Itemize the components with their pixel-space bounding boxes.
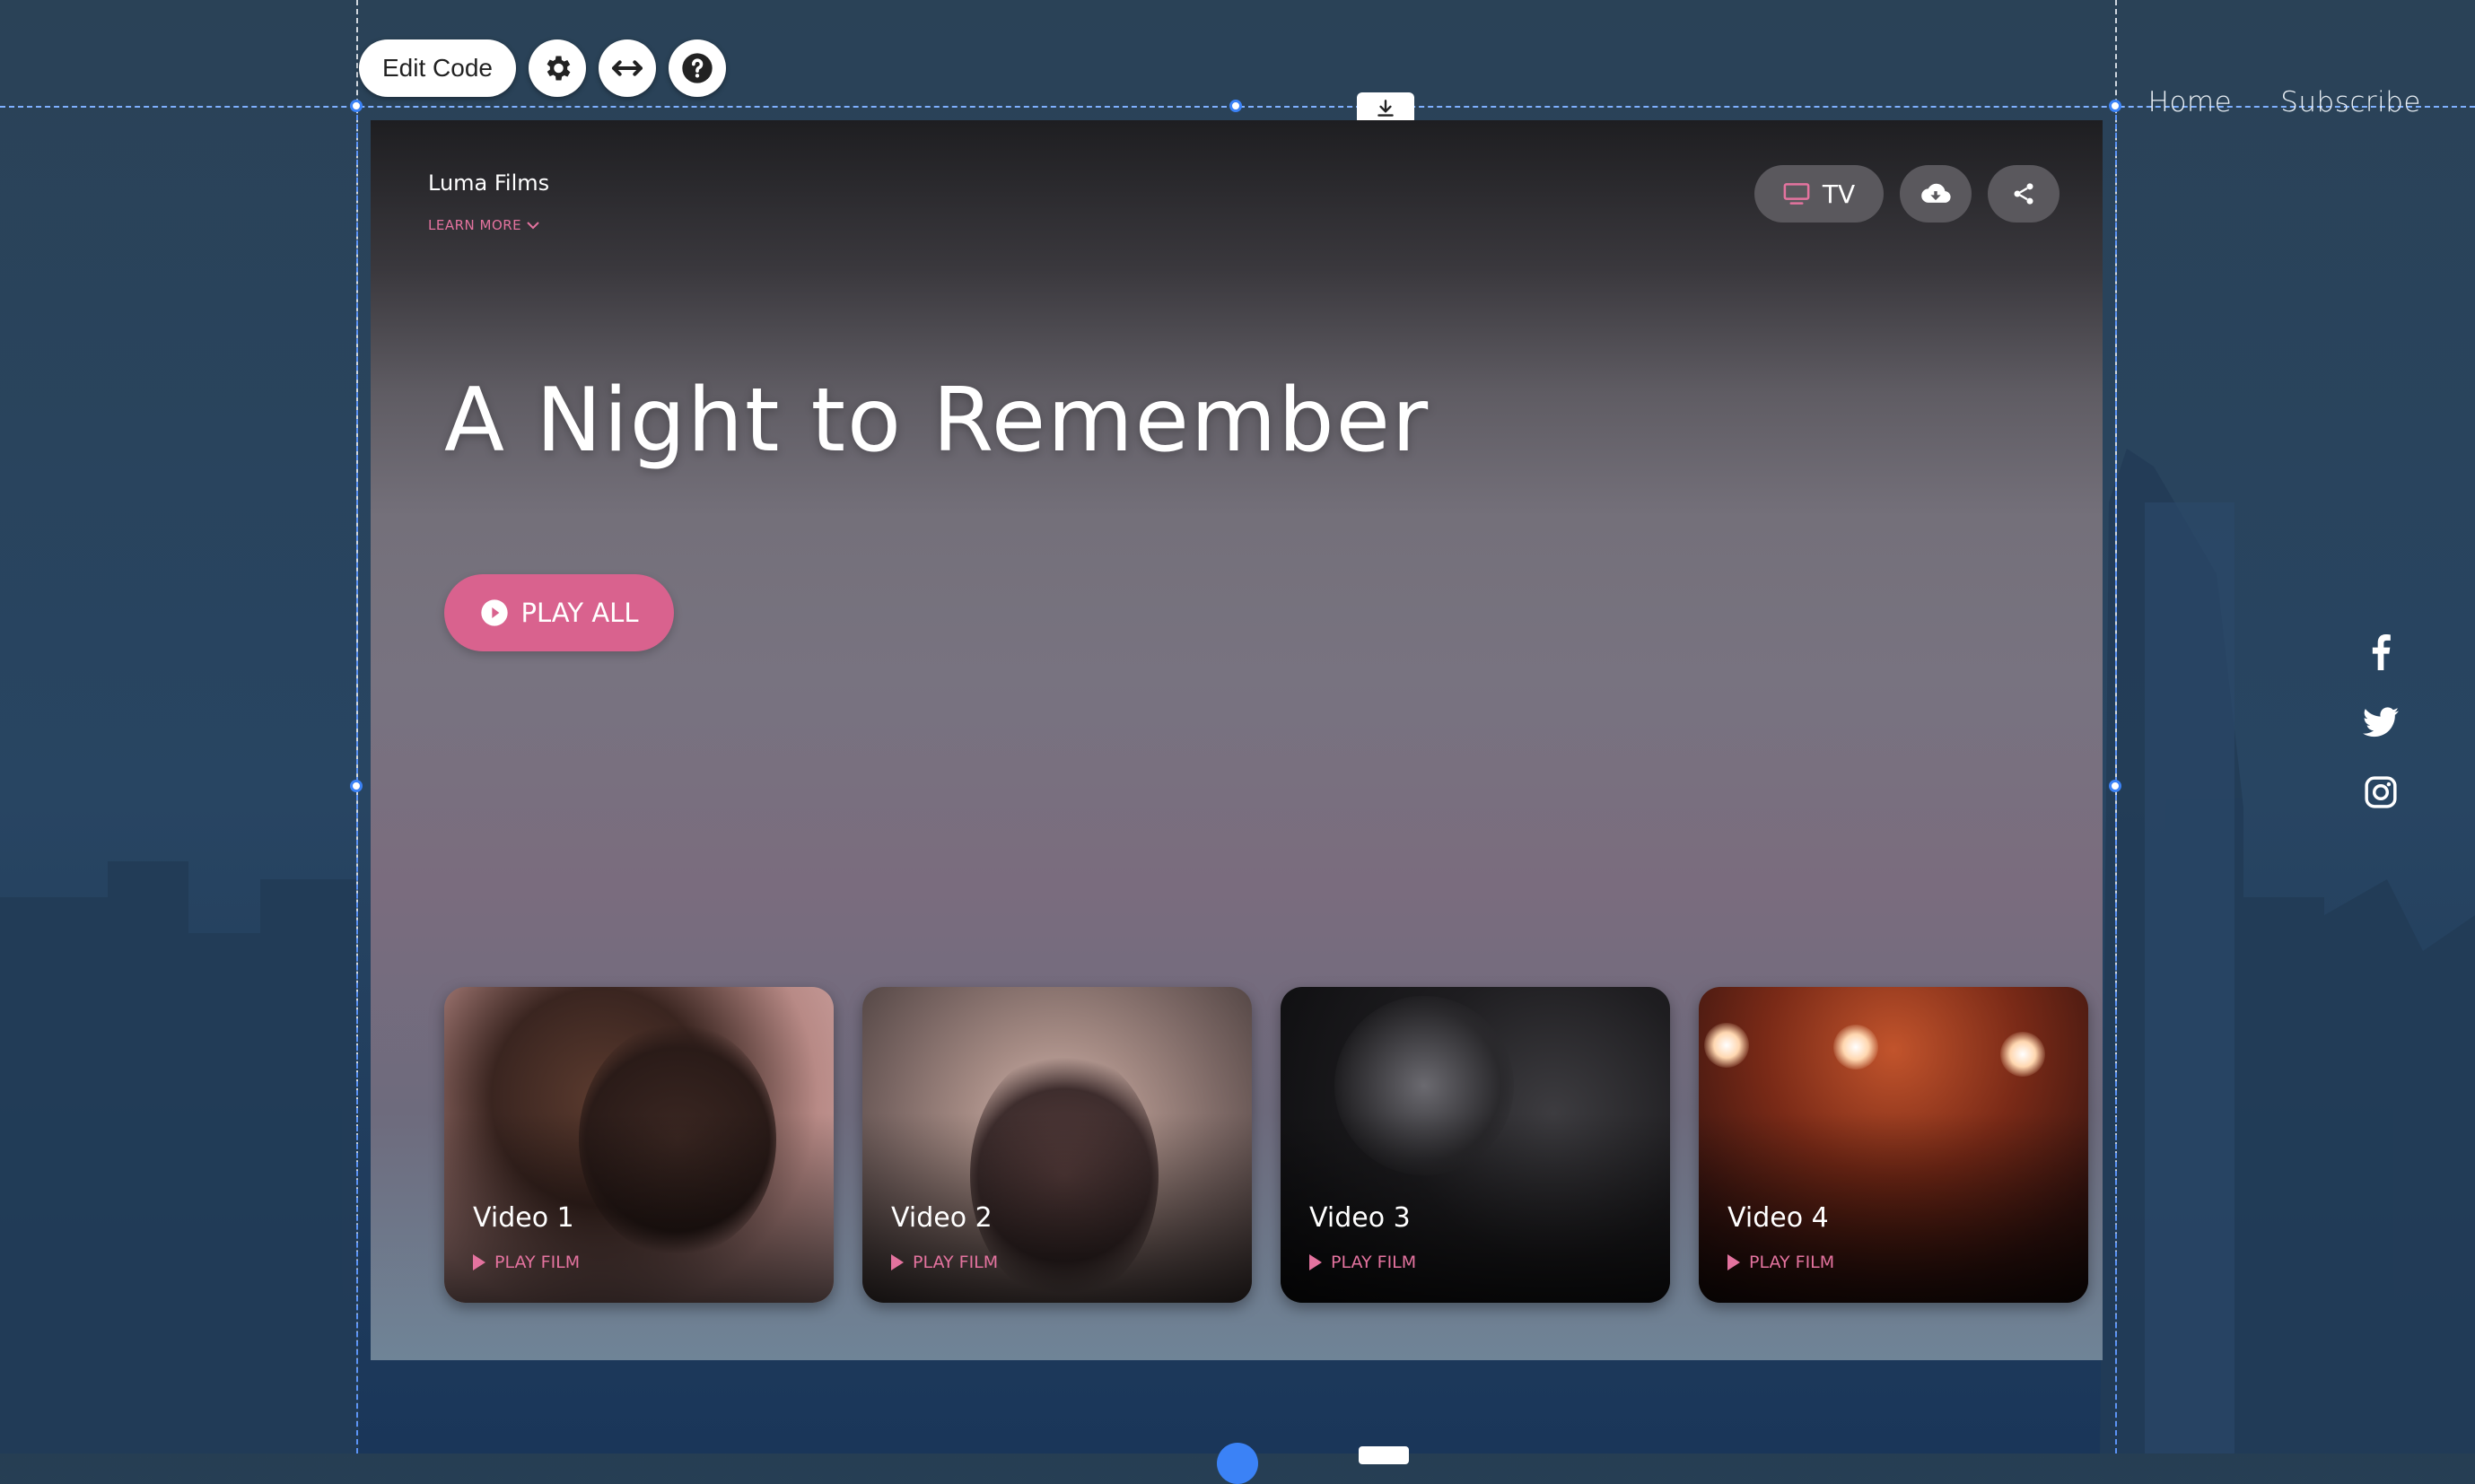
facebook-icon — [2372, 634, 2391, 670]
instagram-link[interactable] — [2362, 773, 2400, 811]
instagram-icon — [2365, 776, 2397, 808]
twitter-icon — [2363, 707, 2399, 738]
play-film-label: PLAY FILM — [1749, 1253, 1835, 1272]
learn-more-label: LEARN MORE — [428, 217, 522, 233]
video-title: Video 1 — [473, 1202, 574, 1234]
play-icon — [1727, 1254, 1740, 1270]
hero-title: A Night to Remember — [444, 370, 1430, 472]
edit-code-button[interactable]: Edit Code — [359, 39, 516, 97]
editor-toolbar: Edit Code — [359, 39, 726, 97]
tv-label: TV — [1822, 179, 1856, 209]
video-title: Video 2 — [891, 1202, 993, 1234]
play-film-link[interactable]: PLAY FILM — [1727, 1253, 1834, 1272]
nav-home[interactable]: Home — [2148, 86, 2233, 118]
resize-handle-top-right[interactable] — [2109, 100, 2121, 112]
question-icon — [682, 53, 713, 83]
nav-subscribe[interactable]: Subscribe — [2280, 86, 2421, 118]
tv-button[interactable]: TV — [1754, 165, 1884, 223]
video-card[interactable]: Video 4 PLAY FILM — [1699, 987, 2088, 1303]
add-section-handle[interactable] — [1217, 1443, 1258, 1484]
gear-icon — [547, 56, 571, 81]
share-icon — [2014, 183, 2033, 205]
tv-icon — [1783, 183, 1810, 205]
social-bar — [2362, 633, 2400, 811]
play-icon — [891, 1254, 904, 1270]
play-icon — [1309, 1254, 1322, 1270]
video-cards: Video 1 PLAY FILM Video 2 PLAY FILM Vide… — [444, 987, 2088, 1303]
resize-handle-left[interactable] — [350, 780, 363, 792]
play-film-label: PLAY FILM — [1331, 1253, 1417, 1272]
stretch-button[interactable] — [598, 39, 656, 97]
settings-button[interactable] — [528, 39, 586, 97]
resize-handle-right[interactable] — [2109, 780, 2121, 792]
download-icon — [1377, 100, 1394, 117]
resize-handle-top-left[interactable] — [350, 100, 363, 112]
brand-name: Luma Films — [428, 170, 550, 196]
cloud-download-icon — [1921, 183, 1951, 203]
twitter-link[interactable] — [2362, 703, 2400, 741]
video-card[interactable]: Video 2 PLAY FILM — [862, 987, 1252, 1303]
play-circle-icon — [480, 599, 508, 626]
play-film-link[interactable]: PLAY FILM — [891, 1253, 998, 1272]
play-icon — [473, 1254, 485, 1270]
play-film-link[interactable]: PLAY FILM — [473, 1253, 580, 1272]
video-card[interactable]: Video 3 PLAY FILM — [1281, 987, 1670, 1303]
play-film-label: PLAY FILM — [494, 1253, 581, 1272]
top-actions: TV — [1754, 165, 2060, 223]
video-app-panel: Luma Films LEARN MORE TV A Night to Reme… — [371, 120, 2103, 1360]
learn-more-link[interactable]: LEARN MORE — [428, 217, 539, 233]
facebook-link[interactable] — [2362, 633, 2400, 671]
section-tab[interactable] — [1359, 1446, 1409, 1464]
video-card[interactable]: Video 1 PLAY FILM — [444, 987, 834, 1303]
video-title: Video 4 — [1727, 1202, 1829, 1234]
share-button[interactable] — [1988, 165, 2060, 223]
help-button[interactable] — [668, 39, 726, 97]
play-film-link[interactable]: PLAY FILM — [1309, 1253, 1416, 1272]
video-title: Video 3 — [1309, 1202, 1411, 1234]
play-all-button[interactable]: PLAY ALL — [444, 574, 674, 651]
arrows-horizontal-icon — [611, 60, 643, 76]
resize-handle-top[interactable] — [1229, 100, 1242, 112]
chevron-down-icon — [527, 222, 539, 230]
play-all-label: PLAY ALL — [520, 598, 639, 628]
play-film-label: PLAY FILM — [913, 1253, 999, 1272]
site-nav: Home Subscribe — [2148, 86, 2421, 118]
download-button[interactable] — [1900, 165, 1972, 223]
